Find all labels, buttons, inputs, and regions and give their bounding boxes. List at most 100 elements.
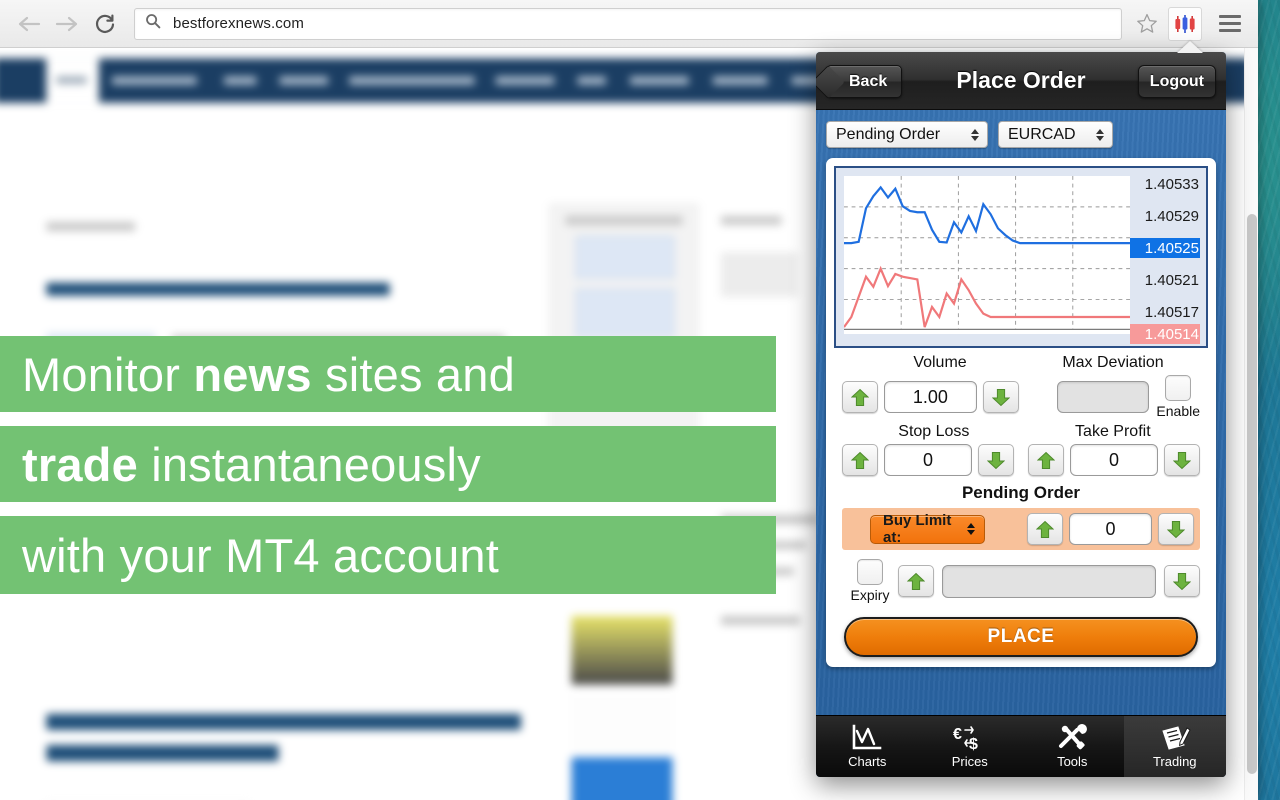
take-profit-increment-button[interactable] (1028, 444, 1064, 476)
popup-pointer (1177, 41, 1203, 53)
volume-value: 1.00 (912, 386, 948, 407)
sl-tp-labels: Stop Loss Take Profit (842, 423, 1200, 441)
expiry-checkbox[interactable] (857, 559, 883, 585)
mt4-extension-popup: Back Place Order Logout Pending Order EU… (816, 52, 1226, 777)
enable-deviation-checkbox[interactable] (1165, 375, 1192, 401)
banner-3-pre: with your MT4 account (22, 528, 499, 582)
volume-label: Volume (913, 354, 967, 371)
order-type-value: Pending Order (836, 125, 941, 143)
reload-icon[interactable] (86, 7, 124, 41)
expiry-toggle-cell: Expiry (842, 559, 898, 603)
stop-loss-increment-button[interactable] (842, 444, 878, 476)
pending-order-bar: Buy Limit at: 0 (842, 508, 1200, 550)
symbol-value: EURCAD (1008, 125, 1076, 143)
marketing-banner-2: trade instantaneously (0, 426, 776, 502)
tab-prices[interactable]: € $ Prices (919, 716, 1022, 777)
sl-tp-fields: 0 0 (842, 444, 1200, 476)
volume-decrement-button[interactable] (982, 381, 1019, 413)
bid-price-label: 1.40514 (1130, 324, 1200, 344)
popup-header: Back Place Order Logout (816, 52, 1226, 110)
chevron-updown-icon (971, 128, 979, 141)
pending-type-value: Buy Limit at: (883, 512, 952, 546)
expiry-decrement-button[interactable] (1164, 565, 1200, 597)
chevron-updown-icon (967, 523, 976, 535)
symbol-select[interactable]: EURCAD (998, 121, 1113, 148)
expiry-input[interactable] (942, 564, 1156, 598)
stop-loss-label: Stop Loss (898, 423, 970, 440)
volume-input[interactable]: 1.00 (884, 381, 977, 413)
browser-toolbar: bestforexnews.com (0, 0, 1258, 48)
forward-arrow-icon[interactable] (48, 7, 86, 41)
axis-tick-upper: 1.40529 (1144, 207, 1199, 225)
marketing-banner-1: Monitor news sites and (0, 336, 776, 412)
tab-tools-label: Tools (1057, 754, 1088, 769)
pending-price-decrement-button[interactable] (1158, 513, 1194, 545)
search-icon (145, 13, 161, 34)
hamburger-menu-icon[interactable] (1212, 7, 1248, 41)
max-deviation-input[interactable] (1056, 381, 1150, 413)
chart-plot-area (844, 176, 1130, 334)
pending-price-value: 0 (1105, 518, 1116, 539)
euro-dollar-icon: € $ (952, 724, 988, 752)
pending-type-select[interactable]: Buy Limit at: (870, 512, 986, 546)
tab-trading[interactable]: Trading (1123, 716, 1226, 777)
stop-loss-input[interactable]: 0 (884, 444, 972, 476)
pending-order-section-title: Pending Order (961, 483, 1081, 502)
place-order-label: PLACE (987, 626, 1055, 647)
expiry-increment-button[interactable] (898, 565, 934, 597)
pending-price-increment-button[interactable] (1027, 513, 1064, 545)
star-icon[interactable] (1130, 13, 1164, 34)
tab-prices-label: Prices (951, 754, 988, 769)
banner-1-bold: news (193, 347, 312, 401)
back-button-label: Back (849, 72, 888, 90)
address-bar[interactable]: bestforexnews.com (134, 7, 1122, 40)
banner-2-bold: trade (22, 437, 138, 491)
order-type-select[interactable]: Pending Order (826, 121, 988, 148)
tab-charts-label: Charts (848, 754, 887, 769)
screen: bestforexnews.com Monitor news sites and… (0, 0, 1280, 800)
svg-text:$: $ (969, 736, 978, 752)
axis-tick-lower: 1.40521 (1144, 271, 1199, 289)
place-order-button[interactable]: PLACE (844, 617, 1198, 657)
banner-1-pre: Monitor (22, 347, 194, 401)
ask-price-label: 1.40525 (1130, 238, 1200, 258)
chart-svg (844, 176, 1130, 331)
order-form-card: 1.40533 1.40529 1.40525 1.40521 1.40517 … (826, 158, 1216, 667)
max-deviation-label: Max Deviation (1062, 354, 1164, 371)
svg-text:€: € (953, 726, 962, 743)
line-chart-icon (850, 724, 884, 752)
back-button[interactable]: Back (826, 65, 903, 98)
pending-price-input[interactable]: 0 (1069, 513, 1152, 545)
price-chart: 1.40533 1.40529 1.40525 1.40521 1.40517 … (834, 166, 1208, 348)
volume-deviation-section: Volume Max Deviation 1.00 Enable Stop Lo… (842, 354, 1200, 476)
take-profit-value: 0 (1108, 449, 1119, 470)
banner-1-post: sites and (311, 347, 515, 401)
order-pad-pen-icon (1158, 724, 1192, 752)
tab-tools[interactable]: Tools (1021, 716, 1124, 777)
take-profit-decrement-button[interactable] (1164, 444, 1200, 476)
chevron-updown-icon (1096, 128, 1104, 141)
stop-loss-decrement-button[interactable] (978, 444, 1014, 476)
wrench-screwdriver-icon (1055, 724, 1089, 752)
page-scrollbar[interactable] (1244, 48, 1258, 800)
axis-tick-top: 1.40533 (1144, 175, 1199, 193)
bottom-tab-bar: Charts € $ Prices Tools Trading (816, 715, 1226, 777)
order-selectors-row: Pending Order EURCAD (816, 110, 1226, 148)
page-title: Place Order (956, 67, 1086, 93)
take-profit-input[interactable]: 0 (1070, 444, 1158, 476)
stop-loss-value: 0 (922, 449, 933, 470)
logout-button[interactable]: Logout (1137, 65, 1216, 98)
axis-tick-bottom: 1.40517 (1144, 303, 1199, 321)
scrollbar-thumb[interactable] (1247, 214, 1257, 774)
banner-2-post: instantaneously (137, 437, 481, 491)
back-arrow-icon[interactable] (10, 7, 48, 41)
marketing-banner-3: with your MT4 account (0, 516, 776, 594)
enable-label: Enable (1156, 403, 1200, 419)
candlestick-chart-icon[interactable] (1168, 6, 1202, 41)
volume-increment-button[interactable] (842, 381, 878, 413)
volume-deviation-labels: Volume Max Deviation (842, 354, 1200, 372)
expiry-label: Expiry (850, 587, 890, 603)
tab-charts[interactable]: Charts (816, 716, 919, 777)
tab-trading-label: Trading (1152, 754, 1197, 769)
chart-price-axis: 1.40533 1.40529 1.40525 1.40521 1.40517 … (1130, 174, 1200, 344)
